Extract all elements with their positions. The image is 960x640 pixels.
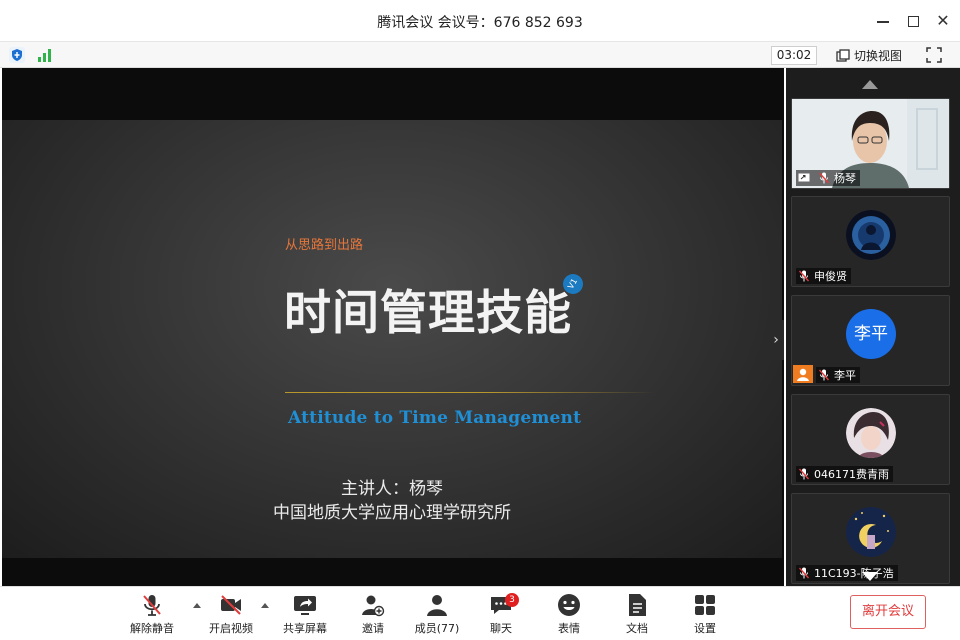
audio-options-caret-icon[interactable] bbox=[193, 603, 201, 608]
settings-button[interactable]: 设置 bbox=[675, 593, 735, 637]
mic-muted-icon bbox=[798, 468, 810, 480]
participant-avatar bbox=[846, 408, 896, 458]
window-title: 腾讯会议 会议号：676 852 693 bbox=[377, 15, 583, 31]
members-label: 成员(77) bbox=[414, 622, 460, 635]
members-icon bbox=[427, 595, 447, 616]
start-video-button[interactable]: 开启视频 bbox=[201, 593, 261, 637]
participant-name: 11C193-陈子浩 bbox=[814, 567, 894, 580]
close-button[interactable]: ✕ bbox=[934, 12, 952, 30]
participant-name: 申俊贤 bbox=[814, 270, 847, 283]
unmute-button[interactable]: 解除静音 bbox=[122, 593, 182, 637]
share-screen-button[interactable]: 共享屏幕 bbox=[275, 593, 335, 637]
meeting-timer: 03:02 bbox=[771, 46, 817, 65]
chat-unread-badge: 3 bbox=[505, 593, 519, 607]
video-options-caret-icon[interactable] bbox=[261, 603, 269, 608]
participant-tile[interactable]: 李平 李平 bbox=[791, 295, 950, 386]
participant-name: 046171费青雨 bbox=[814, 468, 889, 481]
participant-name-tag: 李平 bbox=[816, 367, 860, 383]
status-bar: 03:02 切换视图 bbox=[0, 42, 960, 68]
mic-muted-icon bbox=[818, 172, 830, 184]
slide-subtitle: 从思路到出路 bbox=[285, 238, 364, 253]
participant-name: 杨琴 bbox=[834, 172, 856, 185]
chat-button[interactable]: 3 聊天 bbox=[471, 593, 531, 637]
members-button[interactable]: 成员(77) bbox=[407, 593, 467, 637]
video-off-icon bbox=[221, 595, 241, 615]
minimize-button[interactable] bbox=[874, 12, 892, 30]
smiley-icon bbox=[558, 594, 580, 616]
participant-avatar: 李平 bbox=[846, 309, 896, 359]
share-screen-label: 共享屏幕 bbox=[283, 622, 327, 635]
settings-label: 设置 bbox=[694, 622, 716, 635]
participant-name-tag: 11C193-陈子浩 bbox=[796, 565, 898, 581]
host-icon bbox=[793, 365, 813, 383]
settings-grid-icon bbox=[695, 595, 715, 615]
participant-tile[interactable]: 046171费青雨 bbox=[791, 394, 950, 485]
meeting-toolbar: 解除静音 开启视频 共享屏幕 邀请 成员(77) 3 聊天 表情 文档 设置 离… bbox=[0, 586, 960, 640]
screen-share-icon bbox=[798, 173, 810, 182]
reactions-label: 表情 bbox=[558, 622, 580, 635]
reactions-button[interactable]: 表情 bbox=[539, 593, 599, 637]
start-video-label: 开启视频 bbox=[209, 622, 253, 635]
mic-muted-icon bbox=[818, 369, 830, 381]
invite-button[interactable]: 邀请 bbox=[343, 593, 403, 637]
participant-name-tag: 046171费青雨 bbox=[796, 466, 893, 482]
participant-name-tag: 申俊贤 bbox=[796, 268, 851, 284]
switch-view-icon bbox=[836, 48, 850, 62]
participant-panel: 杨琴 申俊贤 李平 李平 046171费青雨 11C193-陈子浩 bbox=[786, 68, 960, 586]
security-shield-icon[interactable] bbox=[9, 47, 25, 63]
scroll-up-arrow-icon[interactable] bbox=[862, 80, 878, 89]
slide-english-title: Attitude to Time Management bbox=[288, 408, 582, 428]
mic-muted-icon bbox=[798, 270, 810, 282]
shared-screen: 从思路到出路 时间管理技能 V1 Attitude to Time Manage… bbox=[2, 68, 784, 586]
share-screen-icon bbox=[294, 596, 316, 615]
participant-name-tag: 杨琴 bbox=[796, 170, 860, 186]
collapse-panel-button[interactable]: › bbox=[768, 320, 784, 360]
mic-muted-icon bbox=[798, 567, 810, 579]
document-icon bbox=[629, 594, 646, 616]
participant-tile[interactable]: 11C193-陈子浩 bbox=[791, 493, 950, 584]
participant-name: 李平 bbox=[834, 369, 856, 382]
leave-meeting-button[interactable]: 离开会议 bbox=[850, 595, 926, 629]
slide-divider bbox=[285, 392, 655, 393]
scroll-down-arrow-icon[interactable] bbox=[862, 572, 878, 581]
unmute-label: 解除静音 bbox=[130, 622, 174, 635]
presentation-slide: 从思路到出路 时间管理技能 V1 Attitude to Time Manage… bbox=[2, 120, 782, 558]
participant-avatar bbox=[846, 210, 896, 260]
participant-tile[interactable]: 杨琴 bbox=[791, 98, 950, 189]
invite-label: 邀请 bbox=[362, 622, 384, 635]
switch-view-button[interactable]: 切换视图 bbox=[836, 46, 902, 65]
switch-view-label: 切换视图 bbox=[854, 49, 903, 63]
slide-presenter: 主讲人：杨琴 bbox=[341, 479, 443, 499]
participant-avatar bbox=[846, 507, 896, 557]
title-bar: 腾讯会议 会议号：676 852 693 ✕ bbox=[0, 0, 960, 42]
fullscreen-icon[interactable] bbox=[926, 47, 942, 63]
slide-organization: 中国地质大学应用心理学研究所 bbox=[273, 503, 511, 523]
documents-label: 文档 bbox=[626, 622, 648, 635]
add-user-icon bbox=[362, 595, 385, 617]
documents-button[interactable]: 文档 bbox=[607, 593, 667, 637]
chat-label: 聊天 bbox=[490, 622, 512, 635]
maximize-button[interactable] bbox=[904, 12, 922, 30]
slide-title: 时间管理技能 bbox=[284, 286, 572, 341]
participant-tile[interactable]: 申俊贤 bbox=[791, 196, 950, 287]
signal-strength-icon[interactable] bbox=[37, 48, 53, 62]
mic-muted-icon bbox=[143, 595, 161, 616]
